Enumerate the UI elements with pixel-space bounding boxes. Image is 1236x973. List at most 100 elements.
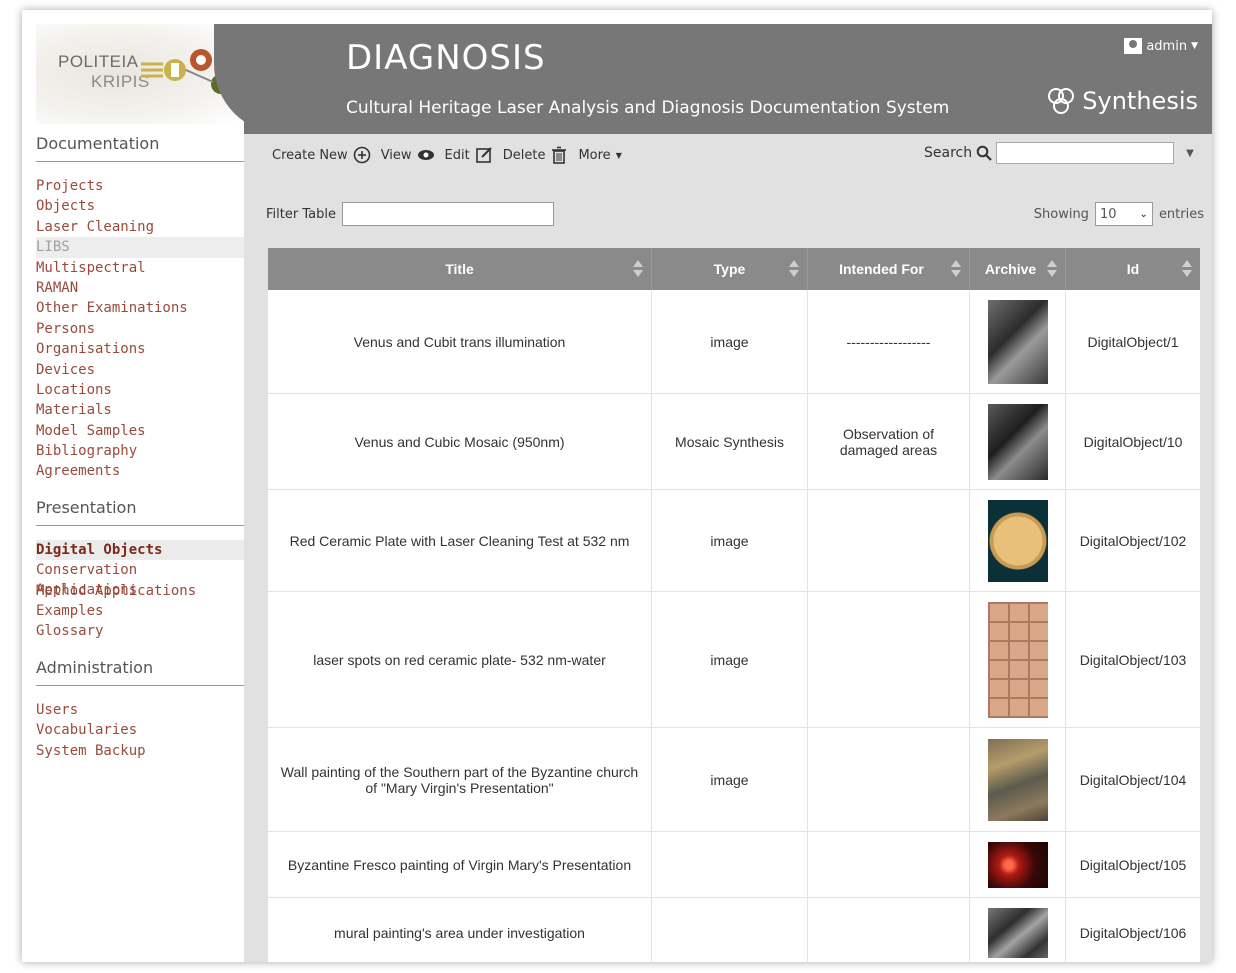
sidebar-item-examples[interactable]: Examples (36, 601, 244, 621)
table-row[interactable]: Byzantine Fresco painting of Virgin Mary… (268, 832, 1200, 898)
sidebar-item-users[interactable]: Users (36, 700, 244, 720)
table-header: Title Type Intended For Archive Id (268, 248, 1200, 290)
cell-title: Wall painting of the Southern part of th… (268, 728, 652, 831)
plus-circle-icon (353, 146, 370, 164)
user-name: admin (1146, 38, 1188, 54)
sidebar-item-libs[interactable]: LIBS (36, 237, 244, 258)
table-row[interactable]: mural painting's area under investigatio… (268, 898, 1200, 962)
sidebar-item-bibliography[interactable]: Bibliography (36, 441, 244, 461)
archive-thumbnail[interactable] (987, 738, 1048, 821)
archive-thumbnail[interactable] (987, 601, 1048, 718)
column-header-type[interactable]: Type (652, 248, 808, 290)
more-menu[interactable]: More ▼ (578, 146, 621, 164)
column-label: Title (445, 261, 474, 277)
cell-type (652, 898, 808, 962)
column-label: Intended For (839, 261, 924, 277)
column-header-intended-for[interactable]: Intended For (808, 248, 970, 290)
cell-type: image (652, 490, 808, 591)
cell-intended-for (808, 490, 970, 591)
sidebar-item-raman[interactable]: RAMAN (36, 278, 244, 298)
archive-thumbnail[interactable] (987, 841, 1048, 888)
sidebar-item-devices[interactable]: Devices (36, 360, 244, 380)
cell-id: DigitalObject/104 (1079, 771, 1187, 788)
sort-icon (633, 260, 643, 278)
sort-icon (951, 260, 961, 278)
main-panel: Create New View Edit Delete More ▼ Searc… (244, 134, 1212, 962)
search-dropdown-icon[interactable]: ▼ (1186, 148, 1194, 159)
column-header-id[interactable]: Id (1066, 248, 1200, 290)
section-title: Documentation (36, 134, 244, 162)
cell-intended-for (808, 832, 970, 897)
search-bar: Search ▼ (924, 142, 1194, 164)
search-icon[interactable] (976, 145, 992, 161)
column-header-title[interactable]: Title (268, 248, 652, 290)
column-label: Id (1126, 261, 1140, 277)
archive-thumbnail[interactable] (987, 499, 1048, 582)
filter-table: Filter Table (266, 202, 554, 226)
sidebar-section-documentation: Documentation Projects Objects Laser Cle… (36, 134, 244, 482)
sidebar-item-multispectral[interactable]: Multispectral (36, 258, 244, 278)
sidebar-item-agreements[interactable]: Agreements (36, 461, 244, 481)
sidebar-item-materials[interactable]: Materials (36, 400, 244, 420)
sidebar: Documentation Projects Objects Laser Cle… (36, 134, 244, 777)
cell-archive (970, 592, 1066, 727)
brand-name: Synthesis (1082, 87, 1198, 115)
sidebar-item-method-applications[interactable]: Method Applications (36, 581, 244, 601)
cell-id: DigitalObject/103 (1079, 651, 1187, 668)
sort-icon (1182, 260, 1192, 278)
cell-intended-for (808, 898, 970, 962)
archive-thumbnail[interactable] (987, 907, 1048, 958)
sidebar-item-system-backup[interactable]: System Backup (36, 741, 244, 761)
entries-select[interactable]: 10 ⌄ (1094, 202, 1153, 226)
cell-id: DigitalObject/10 (1083, 433, 1183, 450)
cell-intended-for: Observation of damaged areas (808, 394, 970, 489)
cell-type: image (652, 592, 808, 727)
cell-id: DigitalObject/102 (1079, 532, 1187, 549)
search-input[interactable] (996, 142, 1175, 164)
sidebar-item-vocabularies[interactable]: Vocabularies (36, 720, 244, 740)
cell-archive (970, 290, 1066, 393)
sidebar-item-digital-objects[interactable]: Digital Objects (36, 539, 244, 561)
edit-icon (475, 147, 492, 163)
user-menu[interactable]: admin ▼ (1124, 38, 1198, 54)
view-label: View (380, 147, 412, 163)
sidebar-item-glossary[interactable]: Glossary (36, 621, 244, 641)
more-label: More (578, 147, 611, 163)
logo-line1: POLITEIA (58, 52, 139, 71)
sidebar-item-conservation-applications[interactable]: Conservation Applications (36, 560, 244, 598)
sort-icon (789, 260, 799, 278)
table-row[interactable]: laser spots on red ceramic plate- 532 nm… (268, 592, 1200, 728)
table-row[interactable]: Venus and Cubit trans illumination image… (268, 290, 1200, 394)
create-new-button[interactable]: Create New (272, 146, 371, 164)
filter-input[interactable] (341, 202, 554, 226)
cell-id: DigitalObject/1 (1087, 333, 1179, 350)
table-row[interactable]: Venus and Cubic Mosaic (950nm) Mosaic Sy… (268, 394, 1200, 490)
edit-button[interactable]: Edit (445, 146, 493, 164)
digital-objects-table: Title Type Intended For Archive Id Venus… (268, 248, 1200, 962)
sidebar-item-projects[interactable]: Projects (36, 176, 244, 196)
sidebar-item-objects[interactable]: Objects (36, 196, 244, 216)
sidebar-item-laser-cleaning[interactable]: Laser Cleaning (36, 217, 244, 237)
header-banner: DIAGNOSIS Cultural Heritage Laser Analys… (214, 24, 1212, 134)
table-row[interactable]: Red Ceramic Plate with Laser Cleaning Te… (268, 490, 1200, 592)
app-window: POLITEIA KRIPIS DIAGNOSIS Cultural Herit… (22, 10, 1212, 962)
cell-title: Byzantine Fresco painting of Virgin Mary… (268, 832, 652, 897)
sidebar-item-model-samples[interactable]: Model Samples (36, 421, 244, 441)
entries-value: 10 (1099, 206, 1117, 222)
sidebar-item-organisations[interactable]: Organisations (36, 339, 244, 359)
sidebar-item-other-examinations[interactable]: Other Examinations (36, 298, 244, 318)
sidebar-item-locations[interactable]: Locations (36, 380, 244, 400)
table-row[interactable]: Wall painting of the Southern part of th… (268, 728, 1200, 832)
column-header-archive[interactable]: Archive (970, 248, 1066, 290)
app-subtitle: Cultural Heritage Laser Analysis and Dia… (346, 98, 950, 118)
column-label: Archive (984, 261, 1037, 277)
showing-label: Showing (1033, 206, 1089, 222)
view-button[interactable]: View (381, 146, 435, 164)
archive-thumbnail[interactable] (987, 403, 1048, 480)
archive-thumbnail[interactable] (987, 299, 1048, 384)
cell-type: Mosaic Synthesis (652, 394, 808, 489)
logo: POLITEIA KRIPIS (36, 24, 236, 124)
sidebar-item-persons[interactable]: Persons (36, 319, 244, 339)
cell-intended-for (808, 592, 970, 727)
delete-button[interactable]: Delete (503, 146, 569, 164)
